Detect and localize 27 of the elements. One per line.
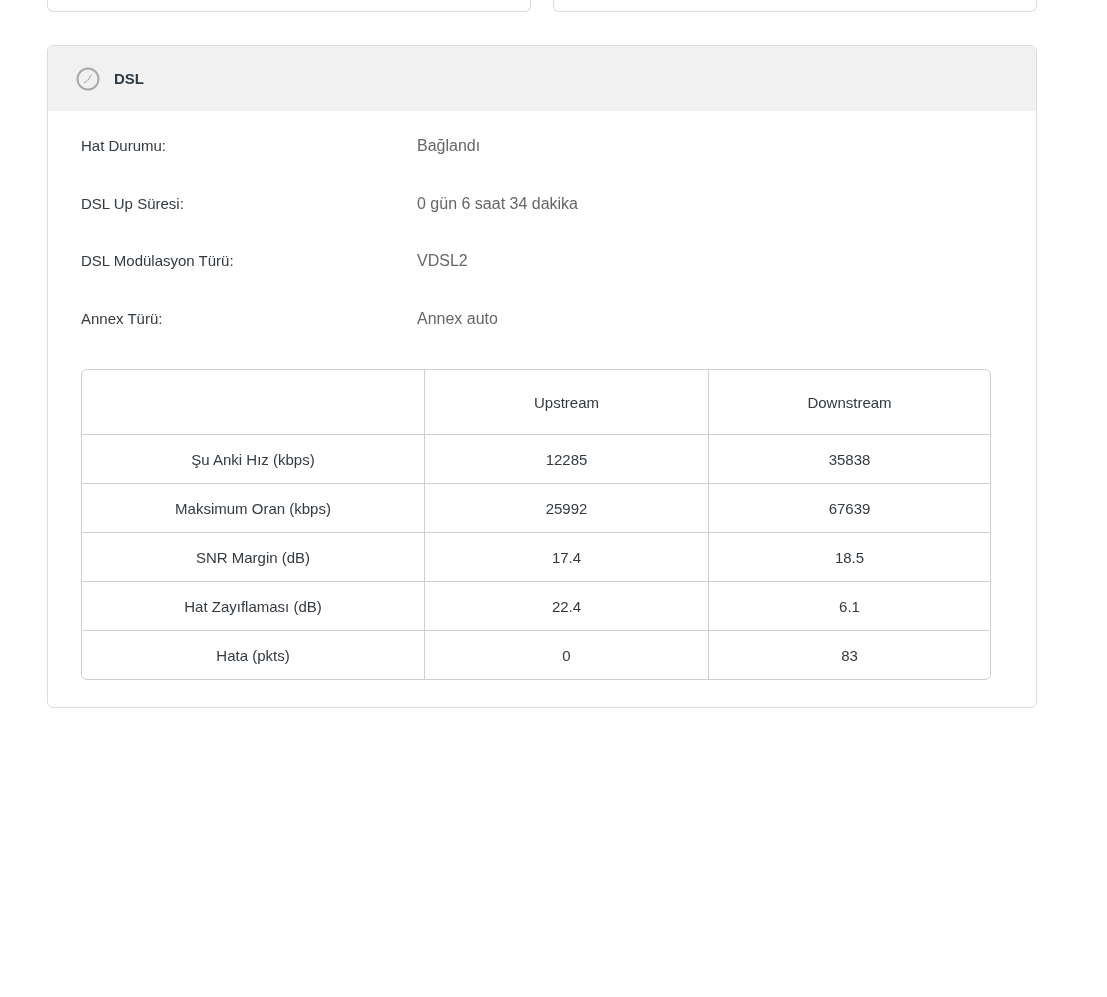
table-cell: 6.1: [708, 582, 990, 630]
field-value: VDSL2: [417, 252, 468, 270]
table-cell: 12285: [424, 435, 708, 483]
field-label: Hat Durumu:: [81, 137, 168, 154]
table-cell-text: Hat Zayıflaması (dB): [183, 596, 323, 617]
table-cell: 25992: [424, 484, 708, 532]
table-cell: 22.4: [424, 582, 708, 630]
table-cell: 0: [424, 631, 708, 679]
card-title: DSL: [114, 70, 144, 87]
field-value: 0 gün 6 saat 34 dakika: [417, 194, 578, 213]
table-cell: 83: [708, 631, 990, 679]
table-cell-text: Maksimum Oran (kbps): [174, 498, 332, 519]
phone-icon: [76, 66, 100, 91]
table-cell: 35838: [708, 435, 990, 483]
table-cell: 18.5: [708, 533, 990, 581]
table-cell-text: Hata (pkts): [215, 645, 291, 666]
table-cell: 17.4: [424, 533, 708, 581]
field-label: DSL Up Süresi:: [81, 194, 185, 212]
column-header: Downstream: [708, 370, 990, 434]
column-header: Upstream: [424, 370, 708, 434]
field-value: Bağlandı: [417, 137, 481, 155]
table-cell-text: Şu Anki Hız (kbps): [190, 449, 316, 470]
table-cell: 67639: [708, 484, 990, 532]
table-cell-text: SNR Margin (dB): [194, 547, 312, 568]
field-label: Annex Türü:: [81, 309, 164, 327]
field-value: Annex auto: [417, 309, 498, 328]
field-label: DSL Modülasyon Türü:: [81, 252, 235, 269]
